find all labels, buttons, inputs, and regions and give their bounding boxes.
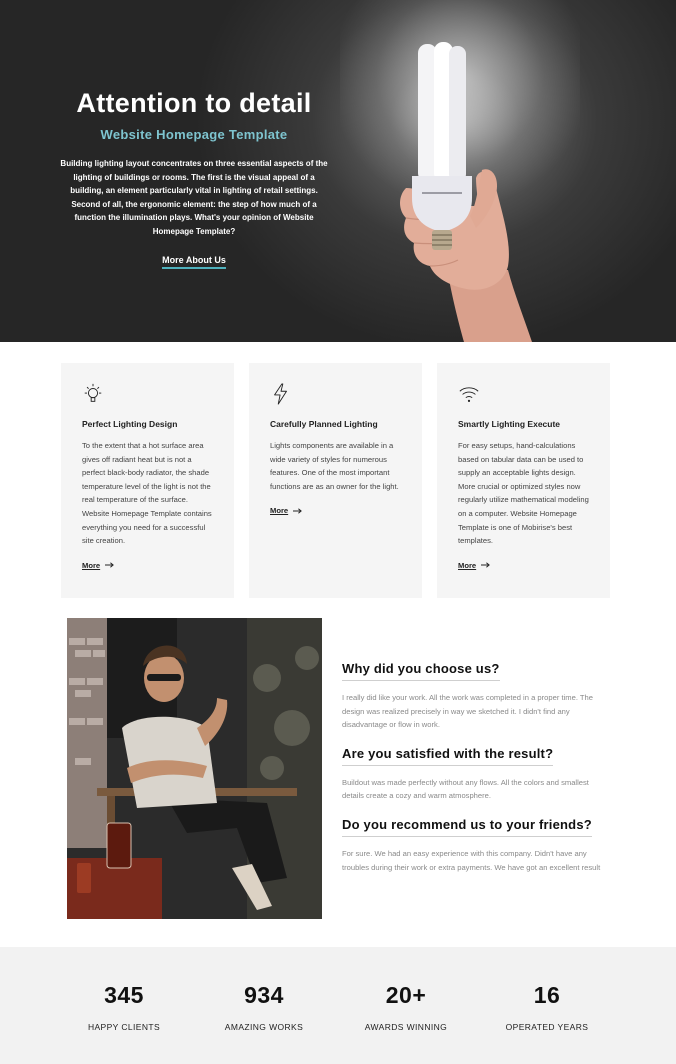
more-label: More [458, 560, 477, 570]
arrow-right-icon [105, 562, 115, 568]
stat-label: AWARDS WINNING [364, 1022, 448, 1032]
hero-title: Attention to detail [76, 88, 312, 118]
arrow-right-icon [293, 508, 303, 514]
more-about-us-link[interactable]: More About Us [162, 255, 226, 269]
stat-value: 16 [533, 982, 561, 1008]
faq-answer: Buildout was made perfectly without any … [342, 777, 589, 801]
feature-card: Smartly Lighting Execute For easy setups… [437, 363, 610, 598]
feature-title: Carefully Planned Lighting [270, 419, 378, 429]
feature-text: To the extent that a hot surface area gi… [82, 441, 212, 546]
faq-question: Are you satisfied with the result? [342, 745, 554, 766]
stat-label: HAPPY CLIENTS [87, 1022, 161, 1032]
lightning-bolt-icon [274, 383, 287, 405]
stat-item: 20+ AWARDS WINNING [336, 981, 476, 1033]
stat-item: 16 OPERATED YEARS [477, 981, 617, 1033]
hero-subtitle: Website Homepage Template [100, 127, 288, 142]
faq-question: Why did you choose us? [342, 660, 500, 681]
testimonial-photo [67, 618, 322, 919]
faq-section: Why did you choose us? I really did like… [342, 660, 612, 874]
stat-value: 934 [244, 982, 284, 1008]
stat-value: 345 [104, 982, 144, 1008]
more-label: More [82, 560, 101, 570]
feature-text: For easy setups, hand-calculations based… [458, 441, 589, 546]
feature-more-link[interactable]: More [458, 561, 590, 570]
arrow-right-icon [481, 562, 491, 568]
man-in-chair-image [67, 618, 322, 919]
lightbulb-icon [84, 383, 102, 402]
more-label: More [270, 506, 289, 516]
hero-text-block: Attention to detail Website Homepage Tem… [58, 85, 330, 269]
feature-title: Perfect Lighting Design [82, 419, 178, 429]
stat-value: 20+ [385, 982, 427, 1008]
faq-item: Are you satisfied with the result? Build… [342, 745, 612, 803]
wifi-icon [459, 387, 479, 402]
feature-title: Smartly Lighting Execute [458, 419, 561, 429]
feature-card: Perfect Lighting Design To the extent th… [61, 363, 234, 598]
faq-item: Do you recommend us to your friends? For… [342, 816, 612, 874]
faq-question: Do you recommend us to your friends? [342, 816, 592, 837]
feature-text: Lights components are available in a wid… [270, 441, 399, 491]
stat-label: OPERATED YEARS [505, 1022, 589, 1032]
stat-item: 934 AMAZING WORKS [194, 981, 334, 1033]
faq-answer: I really did like your work. All the wor… [342, 693, 593, 730]
stat-label: AMAZING WORKS [224, 1022, 304, 1032]
stat-item: 345 HAPPY CLIENTS [54, 981, 194, 1033]
faq-item: Why did you choose us? I really did like… [342, 660, 612, 732]
feature-more-link[interactable]: More [82, 561, 214, 570]
features-section: Perfect Lighting Design To the extent th… [61, 363, 611, 598]
faq-answer: For sure. We had an easy experience with… [342, 848, 601, 872]
hand-holding-bulb-image [400, 42, 532, 342]
feature-card: Carefully Planned Lighting Lights compon… [249, 363, 422, 598]
feature-more-link[interactable]: More [270, 506, 402, 515]
hero-section: Attention to detail Website Homepage Tem… [0, 0, 676, 342]
stats-section: 345 HAPPY CLIENTS 934 AMAZING WORKS 20+ … [0, 947, 676, 1064]
hero-body: Building lighting layout concentrates on… [60, 159, 328, 236]
